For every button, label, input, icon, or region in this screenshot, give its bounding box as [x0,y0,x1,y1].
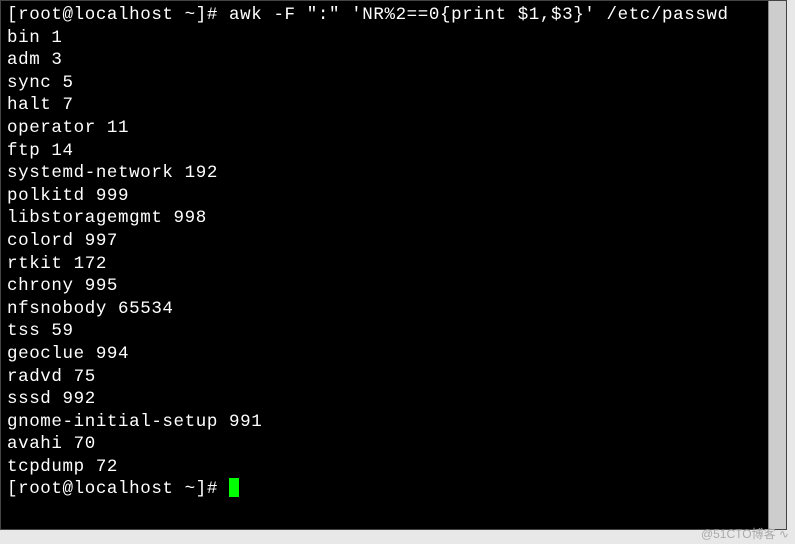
terminal-body[interactable]: [root@localhost ~]# awk -F ":" 'NR%2==0{… [1,1,770,529]
output-line: rtkit 172 [7,253,764,276]
output-line: systemd-network 192 [7,162,764,185]
output-line: sssd 992 [7,388,764,411]
output-line: radvd 75 [7,366,764,389]
output-line: sync 5 [7,72,764,95]
output-line: halt 7 [7,94,764,117]
output-line: adm 3 [7,49,764,72]
prompt-line: [root@localhost ~]# [7,478,764,501]
output-line: tss 59 [7,320,764,343]
prompt: [root@localhost ~]# [7,5,229,25]
prompt: [root@localhost ~]# [7,479,229,499]
watermark: @51CTO博客 ∿ [701,525,789,542]
output-line: geoclue 994 [7,343,764,366]
output-line: nfsnobody 65534 [7,298,764,321]
output-line: bin 1 [7,27,764,50]
scrollbar-thumb[interactable] [769,1,786,529]
output-line: tcpdump 72 [7,456,764,479]
command-line: [root@localhost ~]# awk -F ":" 'NR%2==0{… [7,4,764,27]
output-line: polkitd 999 [7,185,764,208]
output-line: colord 997 [7,230,764,253]
output-line: gnome-initial-setup 991 [7,411,764,434]
scrollbar-track[interactable] [768,1,786,529]
output-line: libstoragemgmt 998 [7,207,764,230]
output-line: chrony 995 [7,275,764,298]
output-line: avahi 70 [7,433,764,456]
output-line: operator 11 [7,117,764,140]
cursor [229,478,239,497]
terminal-window: [root@localhost ~]# awk -F ":" 'NR%2==0{… [0,0,787,530]
output-line: ftp 14 [7,140,764,163]
command-text: awk -F ":" 'NR%2==0{print $1,$3}' /etc/p… [229,5,729,25]
